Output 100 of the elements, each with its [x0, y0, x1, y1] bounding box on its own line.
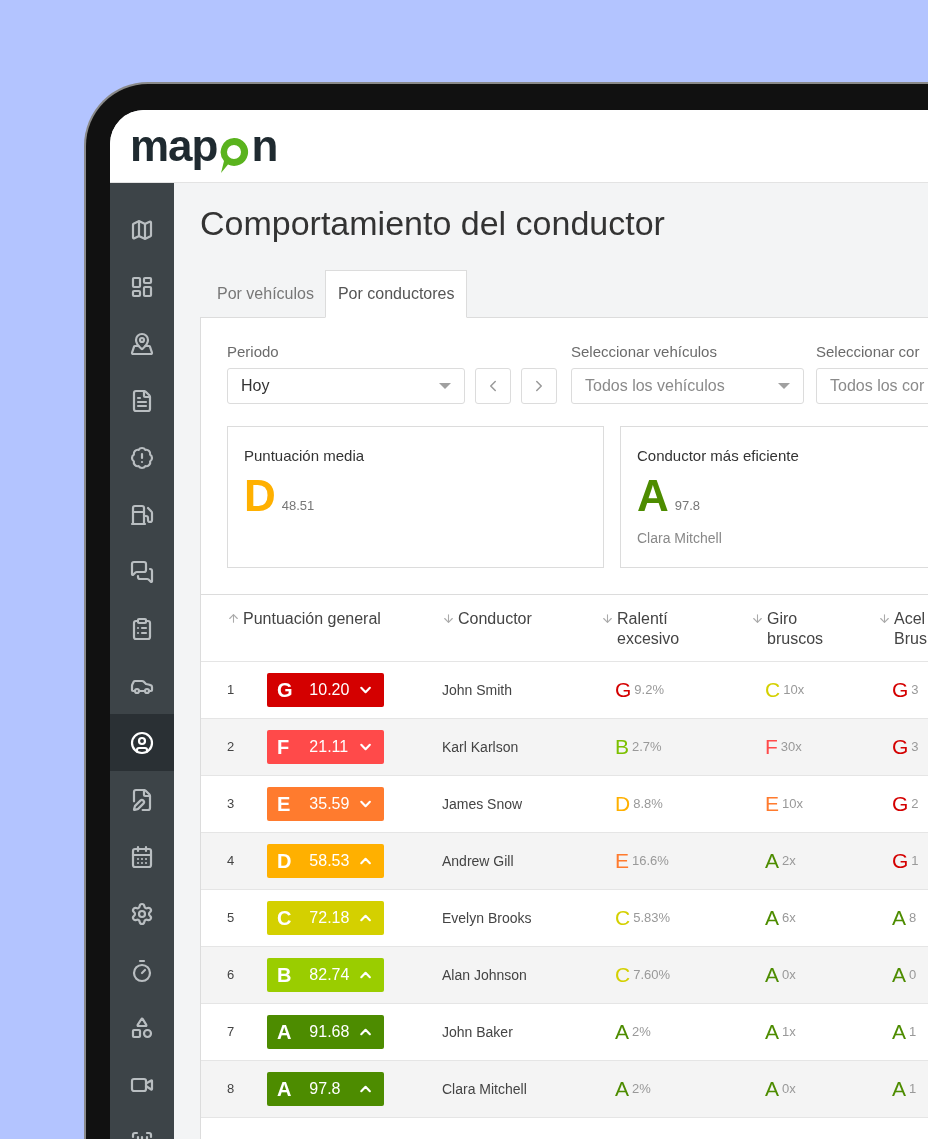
- driver-name: James Snow: [442, 796, 523, 812]
- shapes-icon: [130, 1015, 154, 1040]
- metric-value: 3: [911, 738, 919, 757]
- metric-value: 9.2%: [634, 681, 664, 700]
- page-title: Comportamiento del conductor: [200, 203, 666, 243]
- sidebar-item[interactable]: [110, 714, 174, 771]
- rank-number: 8: [227, 1080, 236, 1099]
- field-label: Seleccionar cor: [816, 342, 921, 362]
- driver-name: Evelyn Brooks: [442, 910, 532, 926]
- map-pins-icon: [130, 331, 154, 356]
- column-header[interactable]: Acel Brus: [894, 609, 927, 649]
- grade-letter: G: [892, 849, 909, 873]
- grade-letter: A: [765, 906, 779, 930]
- column-header[interactable]: Giro bruscos: [767, 609, 824, 649]
- metric-value: 8.8%: [633, 795, 663, 814]
- clipboard-icon: [130, 616, 154, 641]
- alert-badge-icon: [130, 445, 154, 470]
- metric-value: 10x: [782, 795, 803, 814]
- grade-letter: A: [892, 963, 906, 987]
- metric-value: 2%: [632, 1023, 651, 1042]
- fuel-pump-icon: [130, 502, 154, 527]
- driver-name: Clara Mitchell: [637, 528, 723, 548]
- rank-number: 1: [227, 681, 236, 700]
- driver-name: Karl Karlson: [442, 739, 519, 755]
- grade-letter: D: [244, 473, 276, 518]
- grade-letter: A: [892, 1077, 906, 1101]
- score-badge[interactable]: G 10.20: [267, 673, 384, 707]
- grade-letter: A: [615, 1020, 629, 1044]
- logo: map n: [130, 124, 278, 168]
- calendar-icon: [130, 844, 154, 869]
- metric-value: 0: [909, 966, 917, 985]
- driver-name: John Baker: [442, 1024, 513, 1040]
- select-field[interactable]: Todos los cor: [816, 368, 928, 404]
- metric-value: 16.6%: [632, 852, 669, 871]
- grade-letter: A: [765, 849, 779, 873]
- metric-value: 1x: [782, 1023, 796, 1042]
- metric-value: 5.83%: [633, 909, 671, 928]
- grade-letter: A: [892, 1020, 906, 1044]
- grade-letter: G: [892, 678, 909, 702]
- grade-letter: G: [892, 735, 909, 759]
- field-label: Periodo: [227, 342, 280, 362]
- table-row[interactable]: 4 D 58.53 Andrew Gill E 16.6% A 2x G 1: [201, 832, 928, 890]
- grade-letter: A: [615, 1077, 629, 1101]
- caret-icon: [778, 383, 790, 389]
- score-badge[interactable]: A 91.68: [267, 1015, 384, 1049]
- metric-value: 1: [909, 1023, 917, 1042]
- rank-number: 6: [227, 966, 236, 985]
- chat-icon: [130, 559, 154, 584]
- caret-icon: [439, 383, 451, 389]
- grade-letter: D: [615, 792, 631, 816]
- map-icon: [130, 217, 154, 242]
- metric-value: 10x: [783, 681, 805, 700]
- timer-icon: [130, 958, 154, 983]
- grade-letter: G: [892, 792, 909, 816]
- select-field[interactable]: Todos los vehículos: [571, 368, 804, 404]
- rank-number: 2: [227, 738, 236, 757]
- score-value: 48.51: [281, 497, 315, 515]
- dashboard-icon: [130, 274, 154, 299]
- rank-number: 5: [227, 909, 236, 928]
- table-row[interactable]: 7 A 91.68 John Baker A 2% A 1x A 1: [201, 1003, 928, 1061]
- score-value: 97.8: [674, 497, 701, 515]
- table-row[interactable]: 3 E 35.59 James Snow D 8.8% E 10x G 2: [201, 775, 928, 833]
- card-title: Conductor más eficiente: [637, 446, 800, 466]
- column-header[interactable]: Ralentí excesivo: [617, 609, 680, 649]
- driver-name: Alan Johnson: [442, 967, 527, 983]
- user-icon: [130, 730, 154, 755]
- metric-value: 0x: [782, 966, 796, 985]
- grade-letter: F: [765, 735, 778, 759]
- field-label: Seleccionar vehículos: [571, 342, 718, 362]
- metric-value: 2%: [632, 1080, 651, 1099]
- grade-letter: C: [615, 963, 631, 987]
- edit-document-icon: [130, 787, 154, 812]
- metric-value: 2: [911, 795, 919, 814]
- rank-number: 3: [227, 795, 236, 814]
- metric-value: 1: [911, 852, 919, 871]
- grade-letter: B: [615, 735, 629, 759]
- metric-value: 8: [909, 909, 917, 928]
- metric-value: 7.60%: [633, 966, 671, 985]
- table-row[interactable]: 2 F 21.11 Karl Karlson B 2.7% F 30x G 3: [201, 718, 928, 776]
- tab[interactable]: Por conductores: [324, 270, 468, 318]
- document-icon: [130, 388, 154, 413]
- table-row[interactable]: 1 G 10.20 John Smith G 9.2% C 10x G 3: [201, 661, 928, 719]
- grade-letter: C: [765, 678, 781, 702]
- score-badge[interactable]: A 97.8: [267, 1072, 384, 1106]
- column-header[interactable]: Puntuación general: [243, 609, 381, 629]
- column-header[interactable]: Conductor: [458, 609, 532, 629]
- table-row[interactable]: 8 A 97.8 Clara Mitchell A 2% A 0x A 1: [201, 1060, 928, 1118]
- metric-value: 2x: [782, 852, 796, 871]
- rank-number: 7: [227, 1023, 236, 1042]
- select-field[interactable]: Hoy: [227, 368, 465, 404]
- table-row[interactable]: 5 C 72.18 Evelyn Brooks C 5.83% A 6x A 8: [201, 889, 928, 947]
- metric-value: 6x: [782, 909, 796, 928]
- table-row[interactable]: 6 B 82.74 Alan Johnson C 7.60% A 0x A 0: [201, 946, 928, 1004]
- metric-value: 30x: [780, 738, 802, 757]
- grade-letter: E: [765, 792, 779, 816]
- card-title: Puntuación media: [244, 446, 366, 466]
- metric-value: 3: [911, 681, 919, 700]
- grade-letter: A: [765, 963, 779, 987]
- tab[interactable]: Por vehículos: [200, 270, 325, 318]
- metric-value: 1: [909, 1080, 917, 1099]
